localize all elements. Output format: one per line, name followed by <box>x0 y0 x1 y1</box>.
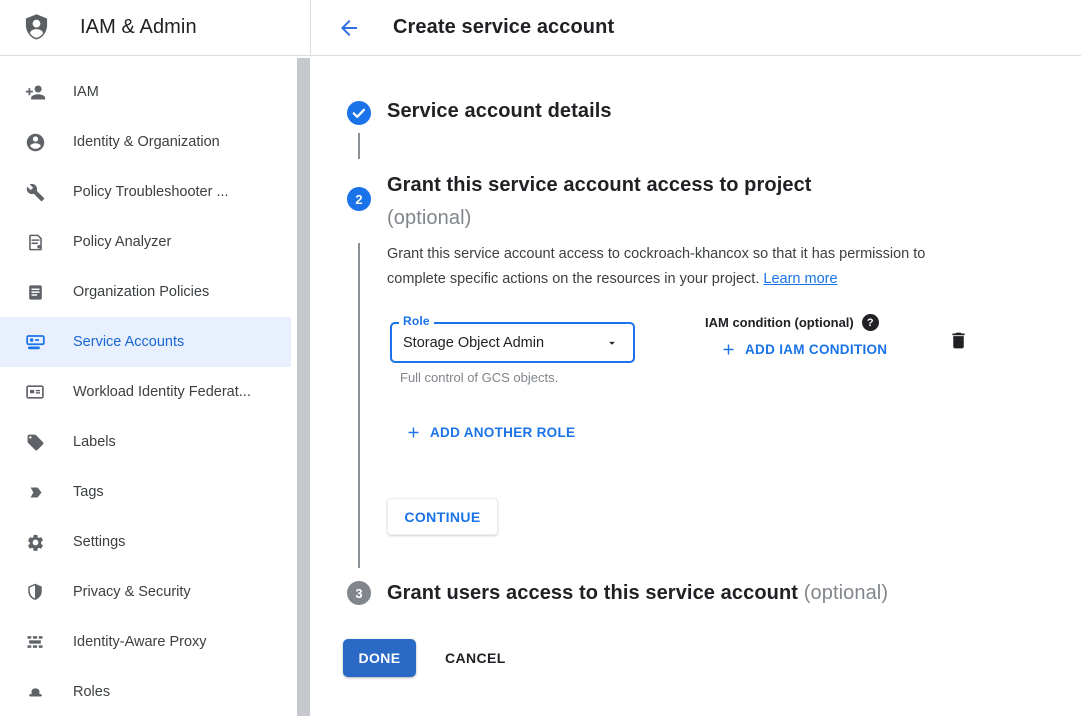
step3-number: 3 <box>355 586 362 601</box>
sidebar-item-policy-analyzer[interactable]: Policy Analyzer <box>0 217 291 267</box>
step-connector <box>358 133 360 159</box>
shield-person-icon <box>21 12 52 43</box>
sidebar-item-roles[interactable]: Roles <box>0 667 291 717</box>
step3-title: Grant users access to this service accou… <box>387 582 798 604</box>
app-title: IAM & Admin <box>80 16 197 39</box>
iam-condition-label: IAM condition (optional) <box>705 315 854 330</box>
proxy-grid-icon <box>24 631 46 653</box>
document-lines-icon <box>24 281 46 303</box>
plus-icon <box>720 341 737 358</box>
sidebar-item-policy-troubleshooter[interactable]: Policy Troubleshooter ... <box>0 167 291 217</box>
chevron-down-icon <box>605 336 619 350</box>
wrench-icon <box>24 181 46 203</box>
half-shield-icon <box>24 581 46 603</box>
document-gear-icon <box>24 231 46 253</box>
cancel-button[interactable]: CANCEL <box>431 639 520 677</box>
sidebar-item-identity-aware-proxy[interactable]: Identity-Aware Proxy <box>0 617 291 667</box>
continue-label: CONTINUE <box>404 509 480 525</box>
sidebar-item-iam[interactable]: IAM <box>0 67 291 117</box>
step1-title: Service account details <box>387 100 612 123</box>
sidebar-item-privacy-security[interactable]: Privacy & Security <box>0 567 291 617</box>
step2-optional: (optional) <box>387 207 471 229</box>
sidebar: IAM & Admin IAM Identity & Organization … <box>0 0 311 727</box>
sidebar-item-label: Identity & Organization <box>73 134 220 150</box>
page-title: Create service account <box>393 16 614 39</box>
main-header: Create service account <box>311 0 1081 56</box>
learn-more-link[interactable]: Learn more <box>763 271 837 287</box>
sidebar-item-label: IAM <box>73 84 99 100</box>
sidebar-item-label: Service Accounts <box>73 334 184 350</box>
account-circle-icon <box>24 131 46 153</box>
step2-number: 2 <box>355 192 362 207</box>
tag-arrow-icon <box>24 481 46 503</box>
back-button[interactable] <box>335 14 363 42</box>
sidebar-item-service-accounts[interactable]: Service Accounts <box>0 317 291 367</box>
sidebar-item-label: Privacy & Security <box>73 584 191 600</box>
role-selected-value: Storage Object Admin <box>403 335 605 351</box>
step2-title: Grant this service account access to pro… <box>387 174 812 196</box>
step3-heading: Grant users access to this service accou… <box>387 582 888 605</box>
id-card-icon <box>24 381 46 403</box>
service-account-badge-icon <box>24 331 46 353</box>
hat-icon <box>24 681 46 703</box>
iam-condition-label-row: IAM condition (optional) ? <box>705 314 879 331</box>
sidebar-item-label: Policy Analyzer <box>73 234 171 250</box>
step2-description: Grant this service account access to coc… <box>387 242 987 292</box>
plus-icon <box>405 424 422 441</box>
sidebar-item-organization-policies[interactable]: Organization Policies <box>0 267 291 317</box>
sidebar-header: IAM & Admin <box>0 0 311 56</box>
add-iam-condition-button[interactable]: ADD IAM CONDITION <box>720 341 887 358</box>
arrow-back-icon <box>337 16 361 40</box>
sidebar-menu: IAM Identity & Organization Policy Troub… <box>0 56 311 717</box>
sidebar-item-settings[interactable]: Settings <box>0 517 291 567</box>
sidebar-item-label: Policy Troubleshooter ... <box>73 184 229 200</box>
add-another-role-label: ADD ANOTHER ROLE <box>430 425 575 440</box>
gear-icon <box>24 531 46 553</box>
sidebar-item-labels[interactable]: Labels <box>0 417 291 467</box>
sidebar-item-label: Tags <box>73 484 104 500</box>
role-helper-text: Full control of GCS objects. <box>400 370 558 385</box>
role-field-wrapper: Role Storage Object Admin <box>390 322 635 363</box>
sidebar-item-identity-organization[interactable]: Identity & Organization <box>0 117 291 167</box>
done-label: DONE <box>358 650 400 666</box>
sidebar-item-label: Labels <box>73 434 116 450</box>
sidebar-item-label: Organization Policies <box>73 284 209 300</box>
cancel-label: CANCEL <box>445 650 506 666</box>
description-text: Grant this service account access to coc… <box>387 246 925 287</box>
continue-button[interactable]: CONTINUE <box>387 498 498 535</box>
sidebar-item-label: Workload Identity Federat... <box>73 384 251 400</box>
trash-icon[interactable] <box>948 330 969 351</box>
step2-heading: Grant this service account access to pro… <box>387 169 967 235</box>
step3-number-badge: 3 <box>347 581 371 605</box>
main-content: Create service account Service account d… <box>311 0 1081 727</box>
sidebar-item-label: Roles <box>73 684 110 700</box>
sidebar-item-label: Settings <box>73 534 125 550</box>
add-iam-condition-label: ADD IAM CONDITION <box>745 342 887 357</box>
sidebar-item-label: Identity-Aware Proxy <box>73 634 207 650</box>
done-button[interactable]: DONE <box>343 639 416 677</box>
step2-number-badge: 2 <box>347 187 371 211</box>
check-circle-icon <box>347 101 371 130</box>
role-field-label: Role <box>399 314 434 328</box>
sidebar-item-tags[interactable]: Tags <box>0 467 291 517</box>
question-mark-icon[interactable]: ? <box>862 314 879 331</box>
add-another-role-button[interactable]: ADD ANOTHER ROLE <box>405 424 575 441</box>
role-select[interactable]: Role Storage Object Admin <box>390 322 635 363</box>
step3-optional: (optional) <box>804 582 888 604</box>
sidebar-scrollbar[interactable] <box>297 58 310 716</box>
step-connector <box>358 243 360 568</box>
label-tag-icon <box>24 431 46 453</box>
person-add-icon <box>24 81 46 103</box>
sidebar-item-workload-identity-federation[interactable]: Workload Identity Federat... <box>0 367 291 417</box>
